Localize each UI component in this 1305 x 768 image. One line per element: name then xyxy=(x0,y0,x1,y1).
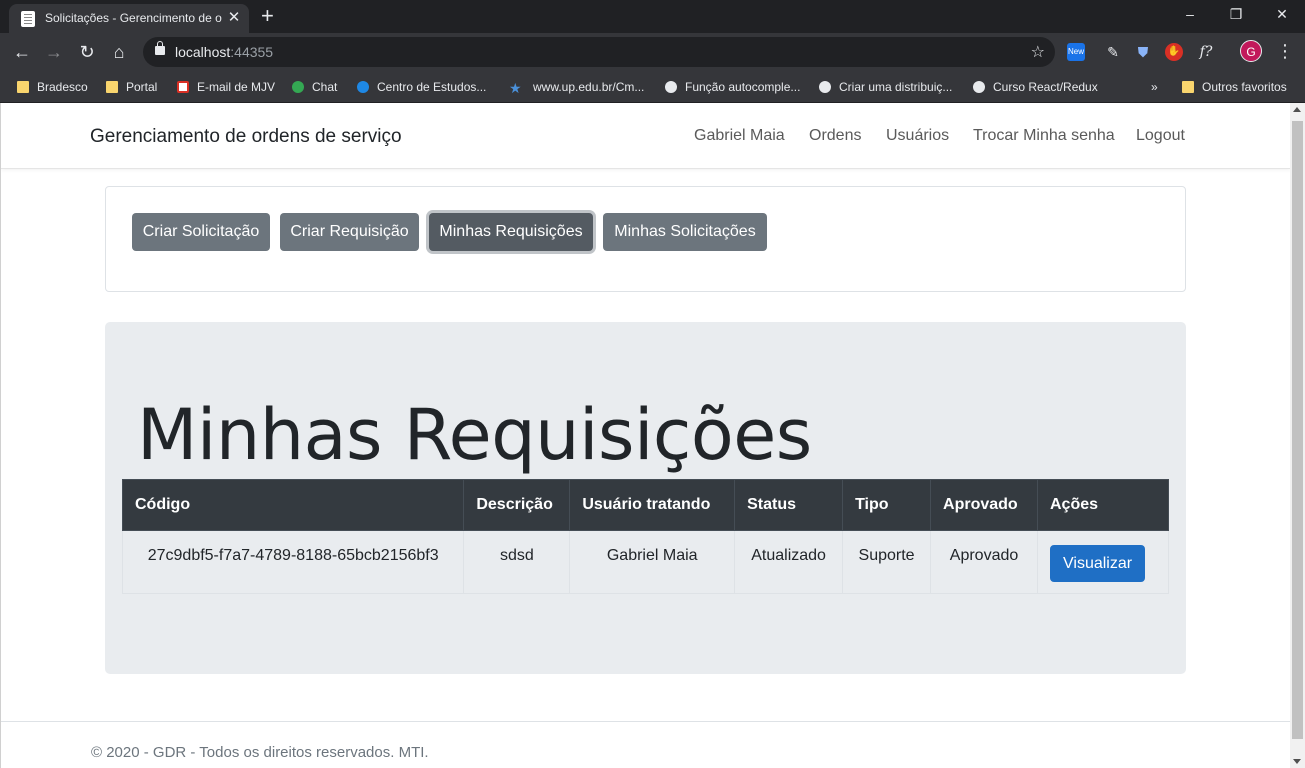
folder-icon xyxy=(106,81,118,93)
folder-icon xyxy=(17,81,29,93)
cell-codigo: 27c9dbf5-f7a7-4789-8188-65bcb2156bf3 xyxy=(121,530,465,594)
globe-icon xyxy=(973,81,985,93)
cell-usuario: Gabriel Maia xyxy=(569,530,736,594)
my-solicitations-button[interactable]: Minhas Solicitações xyxy=(603,213,767,251)
actions-card: Criar Solicitação Criar Requisição Minha… xyxy=(105,186,1186,292)
minimize-icon[interactable]: – xyxy=(1180,4,1200,24)
address-bar[interactable]: localhost:44355 ☆ xyxy=(143,37,1055,67)
nav-link-change-password[interactable]: Trocar Minha senha xyxy=(973,127,1115,145)
table-header-row: Código Descrição Usuário tratando Status… xyxy=(121,479,1169,531)
window-close-icon[interactable]: ✕ xyxy=(1272,4,1292,24)
nav-link-ordens[interactable]: Ordens xyxy=(809,127,861,145)
bookmark-item[interactable]: Bradesco xyxy=(17,77,88,97)
reload-icon[interactable]: ↻ xyxy=(75,40,99,64)
table-row: 27c9dbf5-f7a7-4789-8188-65bcb2156bf3 sds… xyxy=(121,530,1169,594)
navbar-brand[interactable]: Gerenciamento de ordens de serviço xyxy=(90,126,402,148)
browser-tab-strip: Solicitações - Gerencimento de o ✕ + – ❐… xyxy=(0,0,1305,33)
column-header: Usuário tratando xyxy=(569,479,736,531)
extension-pen-icon[interactable]: ✎ xyxy=(1104,43,1122,61)
bookmark-item[interactable]: ★ www.up.edu.br/Cm... xyxy=(509,77,644,97)
lock-icon xyxy=(155,41,165,55)
bookmark-item[interactable]: Criar uma distribuiç... xyxy=(819,77,952,97)
cell-status: Atualizado xyxy=(734,530,844,594)
extension-stop-icon[interactable]: ✋ xyxy=(1165,43,1183,61)
column-header: Ações xyxy=(1037,479,1169,531)
profile-avatar[interactable]: G xyxy=(1240,40,1262,62)
globe-icon xyxy=(819,81,831,93)
page-favicon-icon xyxy=(21,11,35,27)
new-extension-icon[interactable]: New xyxy=(1067,43,1085,61)
top-navbar: Gerenciamento de ordens de serviço Gabri… xyxy=(1,103,1290,169)
oth-icon xyxy=(357,81,369,93)
column-header: Status xyxy=(734,479,844,531)
page-footer: © 2020 - GDR - Todos os direitos reserva… xyxy=(1,721,1290,768)
tab-title: Solicitações - Gerencimento de o xyxy=(45,11,222,25)
cell-acoes: Visualizar xyxy=(1037,530,1169,594)
close-tab-icon[interactable]: ✕ xyxy=(227,9,241,27)
restore-icon[interactable]: ❐ xyxy=(1226,4,1246,24)
column-header: Descrição xyxy=(463,479,571,531)
view-button[interactable]: Visualizar xyxy=(1050,544,1146,582)
requisitions-table: Código Descrição Usuário tratando Status… xyxy=(121,479,1169,594)
more-bookmarks-button[interactable]: » xyxy=(1151,77,1158,97)
page-viewport: Gerenciamento de ordens de serviço Gabri… xyxy=(0,103,1290,768)
nav-link-user[interactable]: Gabriel Maia xyxy=(694,127,785,145)
cell-descricao: sdsd xyxy=(463,530,571,594)
column-header: Aprovado xyxy=(930,479,1038,531)
extension-shield-icon[interactable]: ⛊ xyxy=(1134,43,1152,61)
cell-tipo: Suporte xyxy=(842,530,932,594)
bookmark-star-icon[interactable]: ☆ xyxy=(1031,42,1045,62)
browser-toolbar: ← → ↻ ⌂ localhost:44355 ☆ New ✎ ⛊ ✋ f? G… xyxy=(0,33,1305,71)
bookmark-item[interactable]: Função autocomple... xyxy=(665,77,800,97)
bookmark-item[interactable]: Portal xyxy=(106,77,157,97)
cell-aprovado: Aprovado xyxy=(930,530,1038,594)
create-requisition-button[interactable]: Criar Requisição xyxy=(280,213,419,251)
nav-link-logout[interactable]: Logout xyxy=(1136,127,1185,145)
folder-icon xyxy=(1182,81,1194,93)
bookmark-item[interactable]: Centro de Estudos... xyxy=(357,77,486,97)
my-requisitions-button[interactable]: Minhas Requisições xyxy=(429,213,593,251)
column-header: Código xyxy=(121,479,465,531)
page-title: Minhas Requisições xyxy=(137,394,812,476)
home-icon[interactable]: ⌂ xyxy=(107,40,131,64)
browser-menu-icon[interactable]: ⋮ xyxy=(1276,40,1294,62)
back-icon[interactable]: ← xyxy=(10,40,34,64)
globe-icon xyxy=(665,81,677,93)
nav-link-usuarios[interactable]: Usuários xyxy=(886,127,949,145)
scroll-up-arrow-icon[interactable] xyxy=(1293,107,1301,112)
vertical-scrollbar[interactable] xyxy=(1290,103,1305,768)
scrollbar-thumb[interactable] xyxy=(1292,121,1303,739)
requisitions-panel: Minhas Requisições Código Descrição Usuá… xyxy=(105,322,1186,674)
bookmark-item[interactable]: E-mail de MJV xyxy=(177,77,275,97)
bookmark-folder-other[interactable]: Outros favoritos xyxy=(1182,77,1287,97)
bookmark-item[interactable]: Curso React/Redux xyxy=(973,77,1098,97)
gmail-icon xyxy=(177,81,189,93)
scroll-down-arrow-icon[interactable] xyxy=(1293,759,1301,764)
footer-copyright: © 2020 - GDR - Todos os direitos reserva… xyxy=(91,744,429,761)
bookmark-item[interactable]: Chat xyxy=(292,77,337,97)
column-header: Tipo xyxy=(842,479,932,531)
new-tab-icon[interactable]: + xyxy=(261,4,274,28)
browser-tab[interactable]: Solicitações - Gerencimento de o ✕ xyxy=(9,4,249,33)
chat-icon xyxy=(292,81,304,93)
url-text: localhost:44355 xyxy=(175,44,274,60)
extension-fx-icon[interactable]: f? xyxy=(1197,43,1215,61)
star-bookmark-icon: ★ xyxy=(509,80,522,96)
bookmarks-bar: Bradesco Portal E-mail de MJV Chat Centr… xyxy=(0,71,1305,103)
create-solicitation-button[interactable]: Criar Solicitação xyxy=(132,213,270,251)
forward-icon[interactable]: → xyxy=(42,40,66,64)
